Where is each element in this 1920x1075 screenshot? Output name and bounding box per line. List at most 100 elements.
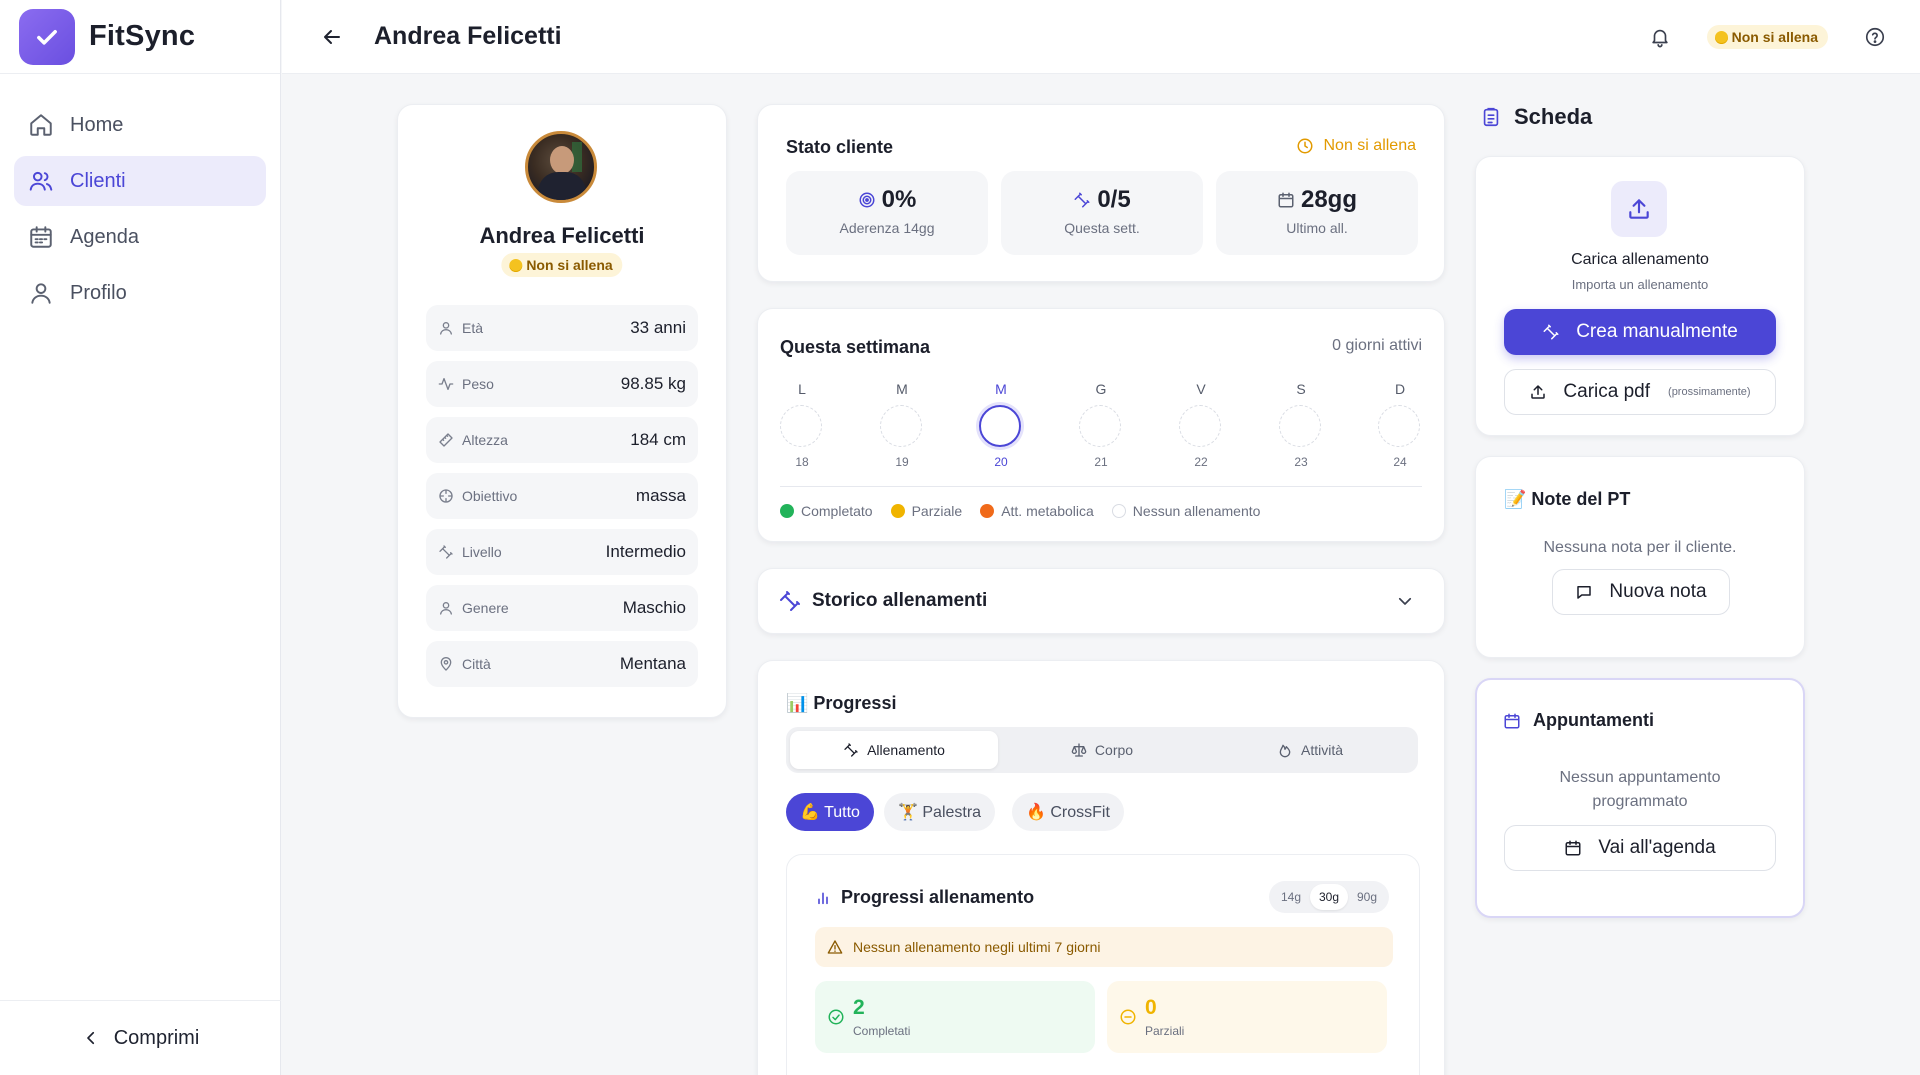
appuntamenti-card: Appuntamenti Nessun appuntamento program… — [1475, 678, 1805, 918]
activity-icon — [438, 376, 454, 392]
divider — [780, 486, 1422, 487]
sidebar-nav: Home Clienti Agenda Profilo — [0, 74, 280, 318]
range-14g[interactable]: 14g — [1272, 884, 1310, 910]
day-number: 19 — [895, 455, 909, 469]
sidebar-item-label: Profilo — [70, 281, 127, 304]
info-row-livello: Livello Intermedio — [426, 529, 698, 575]
upload-icon[interactable] — [1611, 181, 1667, 237]
progress-chart-card: Progressi allenamento 14g 30g 90g Nessun… — [786, 854, 1420, 1075]
day-column[interactable]: S 23 — [1279, 381, 1323, 469]
completati-stat: 2 Completati — [815, 981, 1095, 1053]
day-letter: L — [798, 381, 806, 397]
chart-title: Progressi allenamento — [841, 887, 1035, 907]
warning-banner: Nessun allenamento negli ultimi 7 giorni — [815, 927, 1393, 967]
status-badge-label: Non si allena — [526, 257, 613, 273]
bell-icon[interactable] — [1649, 26, 1671, 48]
info-value: Maschio — [622, 598, 686, 617]
crosshair-icon — [438, 488, 454, 504]
info-row-peso: Peso 98.85 kg — [426, 361, 698, 407]
minus-circle-icon — [1119, 1008, 1137, 1026]
legend-label: Nessun allenamento — [1132, 503, 1261, 519]
sidebar-item-agenda[interactable]: Agenda — [14, 212, 266, 262]
dumbbell-icon — [843, 742, 859, 758]
status-badge: Non si allena — [1706, 25, 1828, 49]
legend-item: Att. metabolica — [980, 503, 1094, 519]
dumbbell-icon — [778, 589, 802, 613]
day-letter: G — [1095, 381, 1107, 397]
info-label: Peso — [462, 376, 494, 392]
collapse-sidebar-button[interactable]: Comprimi — [0, 1000, 281, 1075]
upload-pdf-button[interactable]: Carica pdf (prossimamente) — [1504, 369, 1776, 415]
help-icon[interactable] — [1864, 26, 1886, 48]
stat-label: Aderenza 14gg — [839, 220, 935, 236]
tab-label: Attività — [1300, 742, 1343, 758]
appuntamenti-header: Appuntamenti — [1503, 710, 1654, 731]
legend-item: Completato — [780, 503, 873, 519]
sidebar-item-clienti[interactable]: Clienti — [14, 156, 266, 206]
day-circle — [1378, 405, 1420, 447]
stat-aderenza: 0% Aderenza 14gg — [786, 171, 988, 255]
stat-settimana: 0/5 Questa sett. — [1001, 171, 1203, 255]
tab-allenamento[interactable]: Allenamento — [790, 731, 998, 769]
filter-chip-crossfit[interactable]: 🔥 CrossFit — [1012, 793, 1124, 831]
day-column[interactable]: G 21 — [1079, 381, 1123, 469]
week-card: Questa settimana 0 giorni attivi L 18 M 19… — [757, 308, 1445, 542]
day-column[interactable]: L 18 — [780, 381, 824, 469]
message-square-icon — [1575, 583, 1593, 601]
day-column-today[interactable]: M 20 — [979, 381, 1023, 469]
back-arrow-icon[interactable] — [320, 25, 344, 49]
upload-pdf-note: (prossimamente) — [1668, 386, 1751, 398]
day-letter: S — [1296, 381, 1306, 397]
stat-ultimo: 28gg Ultimo all. — [1216, 171, 1418, 255]
active-days: 0 giorni attivi — [1332, 337, 1422, 354]
chevron-down-icon[interactable] — [1396, 592, 1414, 610]
range-90g[interactable]: 90g — [1348, 884, 1386, 910]
home-icon — [28, 112, 54, 138]
appuntamenti-empty-line: Nessun appuntamento — [1559, 769, 1721, 786]
new-note-label: Nuova nota — [1609, 581, 1707, 602]
status-dot-icon — [1714, 30, 1728, 44]
profile-status-badge: Non si allena — [501, 253, 623, 277]
info-row-altezza: Altezza 184 cm — [426, 417, 698, 463]
range-selector: 14g 30g 90g — [1269, 881, 1389, 913]
day-column[interactable]: M 19 — [880, 381, 924, 469]
upload-pdf-label: Carica pdf — [1563, 381, 1651, 402]
avatar — [525, 131, 597, 203]
header-actions: Non si allena — [1649, 0, 1886, 74]
stat-label: Ultimo all. — [1286, 220, 1348, 236]
warning-triangle-icon — [827, 939, 843, 955]
range-30g[interactable]: 30g — [1310, 884, 1348, 910]
tab-corpo[interactable]: Corpo — [998, 731, 1206, 769]
filter-chip-palestra[interactable]: 🏋️ Palestra — [884, 793, 996, 831]
sidebar-item-profilo[interactable]: Profilo — [14, 268, 266, 318]
legend: Completato Parziale Att. metabolica Ness… — [780, 503, 1278, 519]
flame-icon — [1277, 742, 1293, 758]
legend-item: Parziale — [890, 503, 962, 519]
calendar-icon — [1503, 712, 1521, 730]
info-row-obiettivo: Obiettivo massa — [426, 473, 698, 519]
sidebar: FitSync Home Clienti Agenda Profilo Comp… — [0, 0, 281, 1075]
clipboard-icon — [1480, 106, 1502, 128]
new-note-button[interactable]: Nuova nota — [1552, 569, 1730, 615]
tab-attivita[interactable]: Attività — [1206, 731, 1414, 769]
create-manual-button[interactable]: Crea manualmente — [1504, 309, 1776, 355]
scheda-title-label: Scheda — [1514, 104, 1593, 129]
completati-label: Completati — [853, 1024, 911, 1038]
note-empty: Nessuna nota per il cliente. — [1543, 539, 1737, 556]
storico-card[interactable]: Storico allenamenti — [757, 568, 1445, 634]
sidebar-item-home[interactable]: Home — [14, 100, 266, 150]
sidebar-item-label: Home — [70, 113, 124, 136]
info-row-genere: Genere Maschio — [426, 585, 698, 631]
profile-card: Andrea Felicetti Non si allena Età 33 an… — [397, 104, 727, 718]
day-letter: D — [1394, 381, 1406, 397]
day-number: 21 — [1094, 455, 1108, 469]
info-row-eta: Età 33 anni — [426, 305, 698, 351]
legend-swatch — [780, 504, 794, 518]
brand: FitSync — [0, 0, 280, 74]
filter-chip-tutto[interactable]: 💪 Tutto — [786, 793, 874, 831]
go-to-agenda-button[interactable]: Vai all'agenda — [1504, 825, 1776, 871]
day-column[interactable]: V 22 — [1179, 381, 1223, 469]
day-column[interactable]: D 24 — [1378, 381, 1422, 469]
legend-item: Nessun allenamento — [1111, 503, 1261, 519]
scheda-title: Scheda — [1480, 104, 1592, 130]
